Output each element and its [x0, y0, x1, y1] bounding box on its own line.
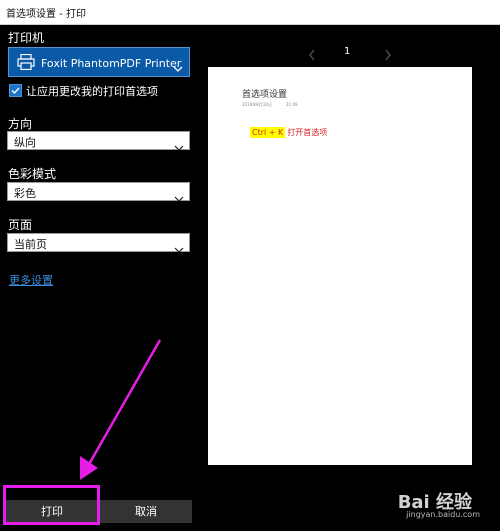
- next-page-icon[interactable]: [384, 46, 392, 65]
- color-mode-value: 彩色: [14, 187, 36, 200]
- chevron-down-icon: [173, 58, 183, 77]
- cancel-button[interactable]: 取消: [100, 500, 192, 523]
- printer-icon: [17, 53, 35, 74]
- page-number: 1: [344, 46, 351, 57]
- printer-name: Foxit PhantomPDF Printer: [41, 57, 182, 70]
- printer-label: 打印机: [8, 31, 45, 45]
- pages-value: 当前页: [14, 238, 47, 251]
- pages-select[interactable]: 当前页: [7, 233, 190, 253]
- chevron-down-icon: [174, 239, 184, 258]
- orientation-label: 方向: [8, 117, 33, 131]
- allow-app-preferences-checkbox[interactable]: [9, 84, 22, 97]
- preview-shortcut-line: Ctrl + K 打开首选项: [250, 127, 327, 138]
- color-mode-label: 色彩模式: [8, 167, 57, 181]
- previous-page-icon[interactable]: [308, 46, 316, 65]
- preview-doc-title: 首选项设置: [242, 90, 288, 100]
- preview-shortcut-key: Ctrl + K: [250, 127, 286, 138]
- more-settings-link[interactable]: 更多设置: [9, 272, 53, 288]
- chevron-down-icon: [174, 137, 184, 156]
- checkmark-icon: [11, 87, 20, 95]
- preview-shortcut-text: 打开首选项: [287, 128, 328, 137]
- print-preview-page: 首选项设置 2018年8月10日 21:09 Ctrl + K 打开首选项: [208, 67, 472, 465]
- orientation-value: 纵向: [14, 136, 36, 149]
- preview-doc-date: 2018年8月10日: [242, 102, 272, 107]
- preview-doc-time: 21:09: [286, 102, 298, 107]
- watermark-url: jingyan.baidu.com: [406, 510, 480, 519]
- window-title: 首选项设置 - 打印: [6, 9, 86, 20]
- annotation-highlight-box: [3, 485, 100, 525]
- color-mode-select[interactable]: 彩色: [7, 182, 190, 202]
- allow-app-preferences-label: 让应用更改我的打印首选项: [26, 85, 158, 98]
- watermark: Bai 经验 jingyan.baidu.com: [398, 488, 480, 519]
- orientation-select[interactable]: 纵向: [7, 131, 190, 151]
- title-bar: 首选项设置 - 打印: [0, 0, 500, 25]
- printer-dropdown[interactable]: Foxit PhantomPDF Printer: [8, 47, 190, 77]
- pages-label: 页面: [8, 218, 33, 232]
- chevron-down-icon: [174, 188, 184, 207]
